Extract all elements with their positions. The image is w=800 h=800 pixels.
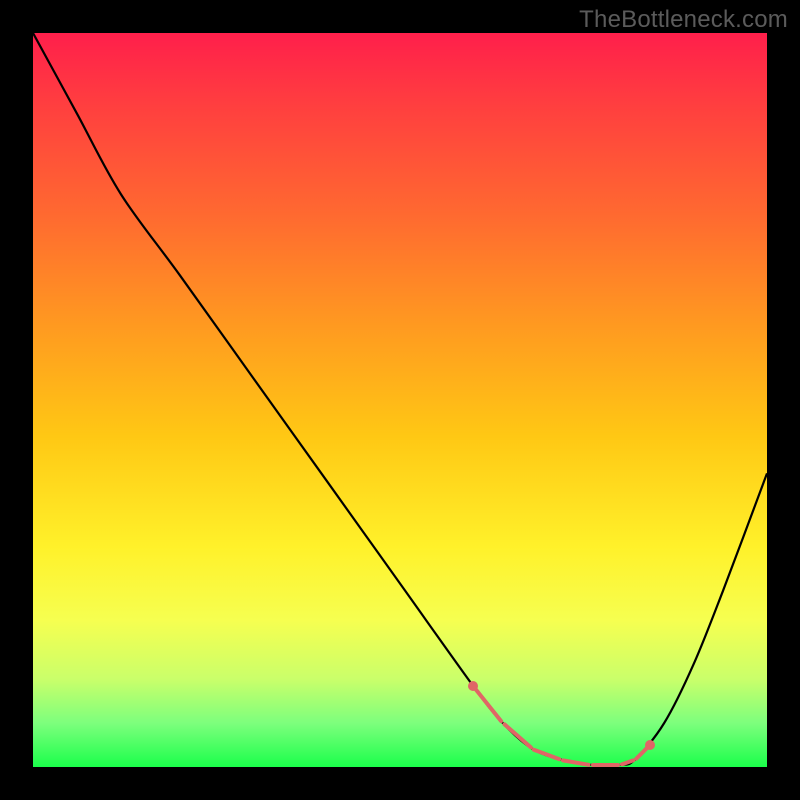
curve-path [33,33,767,765]
plot-area [33,33,767,767]
watermark-text: TheBottleneck.com [579,6,788,34]
highlight-marker [468,681,478,691]
highlight-marker [645,740,655,750]
bottleneck-curve [33,33,767,767]
highlight-segment [591,763,620,767]
chart-frame: TheBottleneck.com [0,0,800,800]
